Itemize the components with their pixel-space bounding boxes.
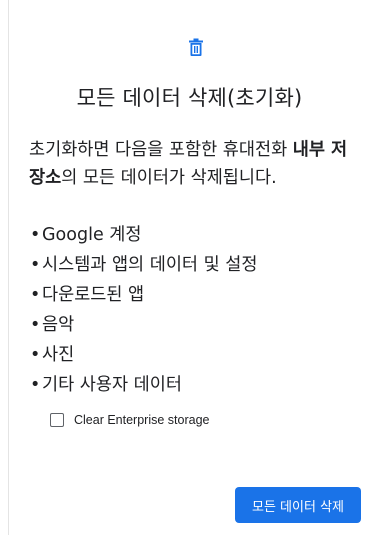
list-item-label: Google 계정 [42, 225, 142, 245]
list-item: •음악 [30, 310, 257, 340]
list-item: •다운로드된 앱 [30, 280, 257, 310]
trash-icon [189, 38, 203, 56]
checkbox-label: Clear Enterprise storage [74, 413, 210, 427]
bullet-icon: • [30, 375, 41, 395]
list-item-label: 시스템과 앱의 데이터 및 설정 [42, 255, 258, 275]
list-item-label: 다운로드된 앱 [42, 285, 145, 305]
clear-enterprise-storage-checkbox[interactable] [50, 413, 64, 427]
page-title: 모든 데이터 삭제(초기화) [76, 86, 303, 110]
bullet-icon: • [30, 345, 41, 365]
erased-data-list: •Google 계정 •시스템과 앱의 데이터 및 설정 •다운로드된 앱 •음… [30, 220, 257, 400]
description-text: 초기화하면 다음을 포함한 휴대전화 [29, 140, 293, 160]
bullet-icon: • [30, 255, 41, 275]
list-item: •Google 계정 [30, 220, 257, 250]
clear-enterprise-storage-option[interactable]: Clear Enterprise storage [50, 411, 209, 429]
list-item-label: 음악 [42, 315, 75, 335]
list-item: •기타 사용자 데이터 [30, 370, 257, 400]
reset-description: 초기화하면 다음을 포함한 휴대전화 내부 저장소의 모든 데이터가 삭제됩니다… [29, 136, 363, 192]
list-item-label: 사진 [42, 345, 75, 365]
bullet-icon: • [30, 225, 41, 245]
factory-reset-screen: 모든 데이터 삭제(초기화) 초기화하면 다음을 포함한 휴대전화 내부 저장소… [0, 0, 379, 535]
list-item-label: 기타 사용자 데이터 [42, 375, 182, 395]
list-item: •사진 [30, 340, 257, 370]
list-item: •시스템과 앱의 데이터 및 설정 [30, 250, 257, 280]
erase-all-data-button[interactable]: 모든 데이터 삭제 [235, 487, 361, 523]
bullet-icon: • [30, 315, 41, 335]
description-text-end: 의 모든 데이터가 삭제됩니다. [61, 168, 277, 188]
left-divider [8, 0, 9, 535]
bullet-icon: • [30, 285, 41, 305]
